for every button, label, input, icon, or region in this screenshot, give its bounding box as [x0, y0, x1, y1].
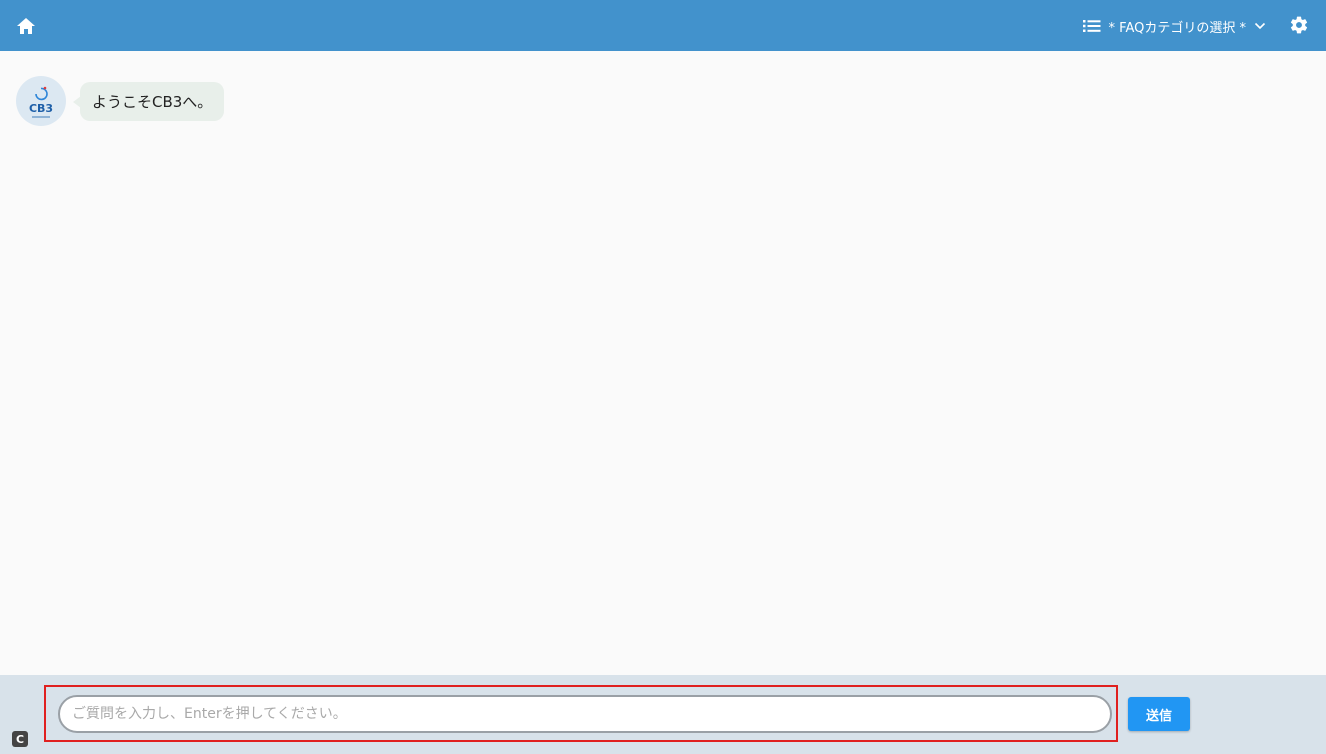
send-button[interactable]: 送信 [1128, 697, 1190, 731]
input-highlight-frame [44, 685, 1118, 742]
header-bar: * FAQカテゴリの選択 * [0, 0, 1326, 51]
avatar-logo-text: CB3 [28, 101, 54, 115]
settings-button[interactable] [1288, 14, 1310, 36]
home-icon [17, 18, 35, 34]
faq-category-select[interactable]: * FAQカテゴリの選択 * [1082, 13, 1266, 39]
refresh-logo-icon [35, 86, 48, 100]
chat-app: * FAQカテゴリの選択 * CB3 ようこそCB3へ。 ご質問を入力し、Ent… [0, 0, 1326, 754]
message-bubble: ようこそCB3へ。 [72, 81, 225, 121]
question-input[interactable] [58, 695, 1112, 733]
input-footer: 送信 C [0, 675, 1326, 754]
avatar-logo-underline [32, 115, 50, 118]
gear-icon [1290, 16, 1308, 34]
chevron-down-icon [1254, 22, 1266, 30]
home-button[interactable] [14, 14, 38, 38]
category-label: * FAQカテゴリの選択 * [1108, 20, 1246, 36]
list-icon [1082, 20, 1101, 32]
corner-logo-icon: C [12, 731, 28, 747]
bot-avatar: CB3 [16, 76, 66, 126]
bot-message: CB3 ようこそCB3へ。 [16, 76, 225, 126]
chat-message-area[interactable]: CB3 ようこそCB3へ。 [0, 51, 1326, 675]
